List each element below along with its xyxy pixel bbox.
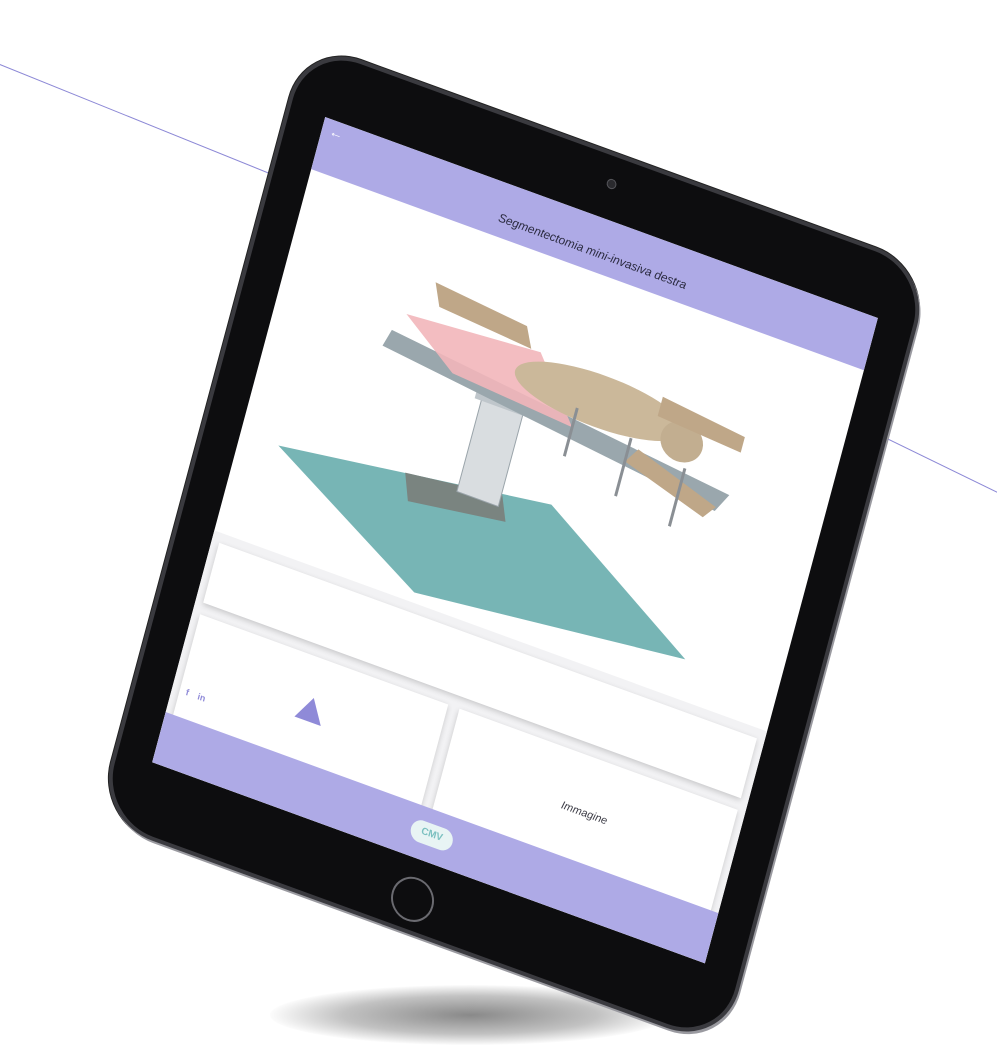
tablet-device: ← Segmentectomia mini-invasiva destra Im… bbox=[95, 39, 933, 1048]
camera-icon bbox=[605, 177, 618, 191]
logo-button[interactable]: CMV bbox=[408, 817, 456, 854]
back-arrow-icon[interactable]: ← bbox=[328, 123, 345, 143]
warning-icon bbox=[294, 693, 327, 727]
stage: ← Segmentectomia mini-invasiva destra Im… bbox=[0, 0, 997, 1048]
home-button[interactable] bbox=[386, 870, 439, 929]
tablet-screen: ← Segmentectomia mini-invasiva destra Im… bbox=[152, 116, 878, 964]
